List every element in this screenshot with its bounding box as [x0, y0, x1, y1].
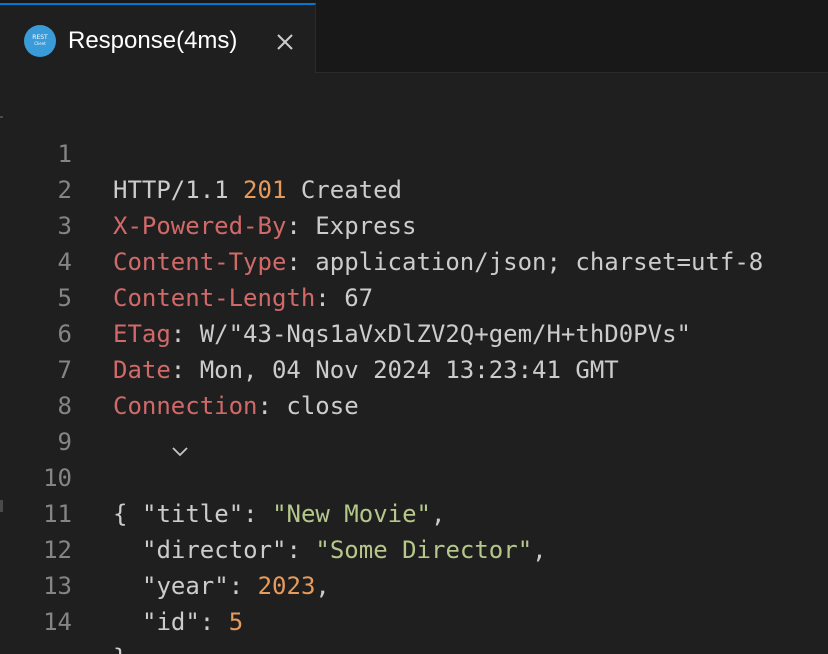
rest-client-icon-label-bottom: Client: [34, 41, 46, 46]
code-line: 8: [0, 352, 828, 420]
json-key: "id": [142, 608, 200, 636]
code-line: 1 HTTP/1.1 201 Created: [0, 100, 828, 204]
code-line: 14 }: [0, 568, 828, 654]
code-line: 7 Connection: close: [0, 316, 828, 420]
json-entry: "id": 5: [142, 604, 243, 640]
response-editor[interactable]: 1 HTTP/1.1 201 Created 2 X-Powered-By: E…: [0, 73, 828, 654]
code-line: 4 Content-Length: 67: [0, 208, 828, 312]
code-line: 6 Date: Mon, 04 Nov 2024 13:23:41 GMT: [0, 280, 828, 384]
close-icon[interactable]: [274, 31, 296, 53]
json-close-brace: }: [113, 640, 127, 654]
code-line: 13 "id": 5: [0, 532, 828, 636]
code-line: 12 "year": 2023,: [0, 496, 828, 600]
tab-title: Response(4ms): [68, 27, 238, 54]
json-separator: :: [199, 608, 229, 636]
json-number-value: 5: [228, 608, 244, 636]
code-line: 11 "director": "Some Director",: [0, 460, 828, 564]
code-line: 9 {: [0, 388, 828, 528]
rest-client-icon-label-top: REST: [32, 34, 48, 41]
rest-client-icon: REST Client: [24, 25, 56, 57]
line-number: 14: [43, 608, 72, 636]
chevron-down-icon[interactable]: [84, 398, 188, 457]
tab-response[interactable]: REST Client Response(4ms): [0, 3, 316, 73]
code-line: 3 Content-Type: application/json; charse…: [0, 172, 828, 276]
code-line: 2 X-Powered-By: Express: [0, 136, 828, 240]
editor-tab-bar: REST Client Response(4ms): [0, 0, 828, 73]
code-line: 5 ETag: W/"43-Nqs1aVxDlZV2Q+gem/H+thD0PV…: [0, 244, 828, 348]
code-line: 10 "title": "New Movie",: [0, 424, 828, 528]
